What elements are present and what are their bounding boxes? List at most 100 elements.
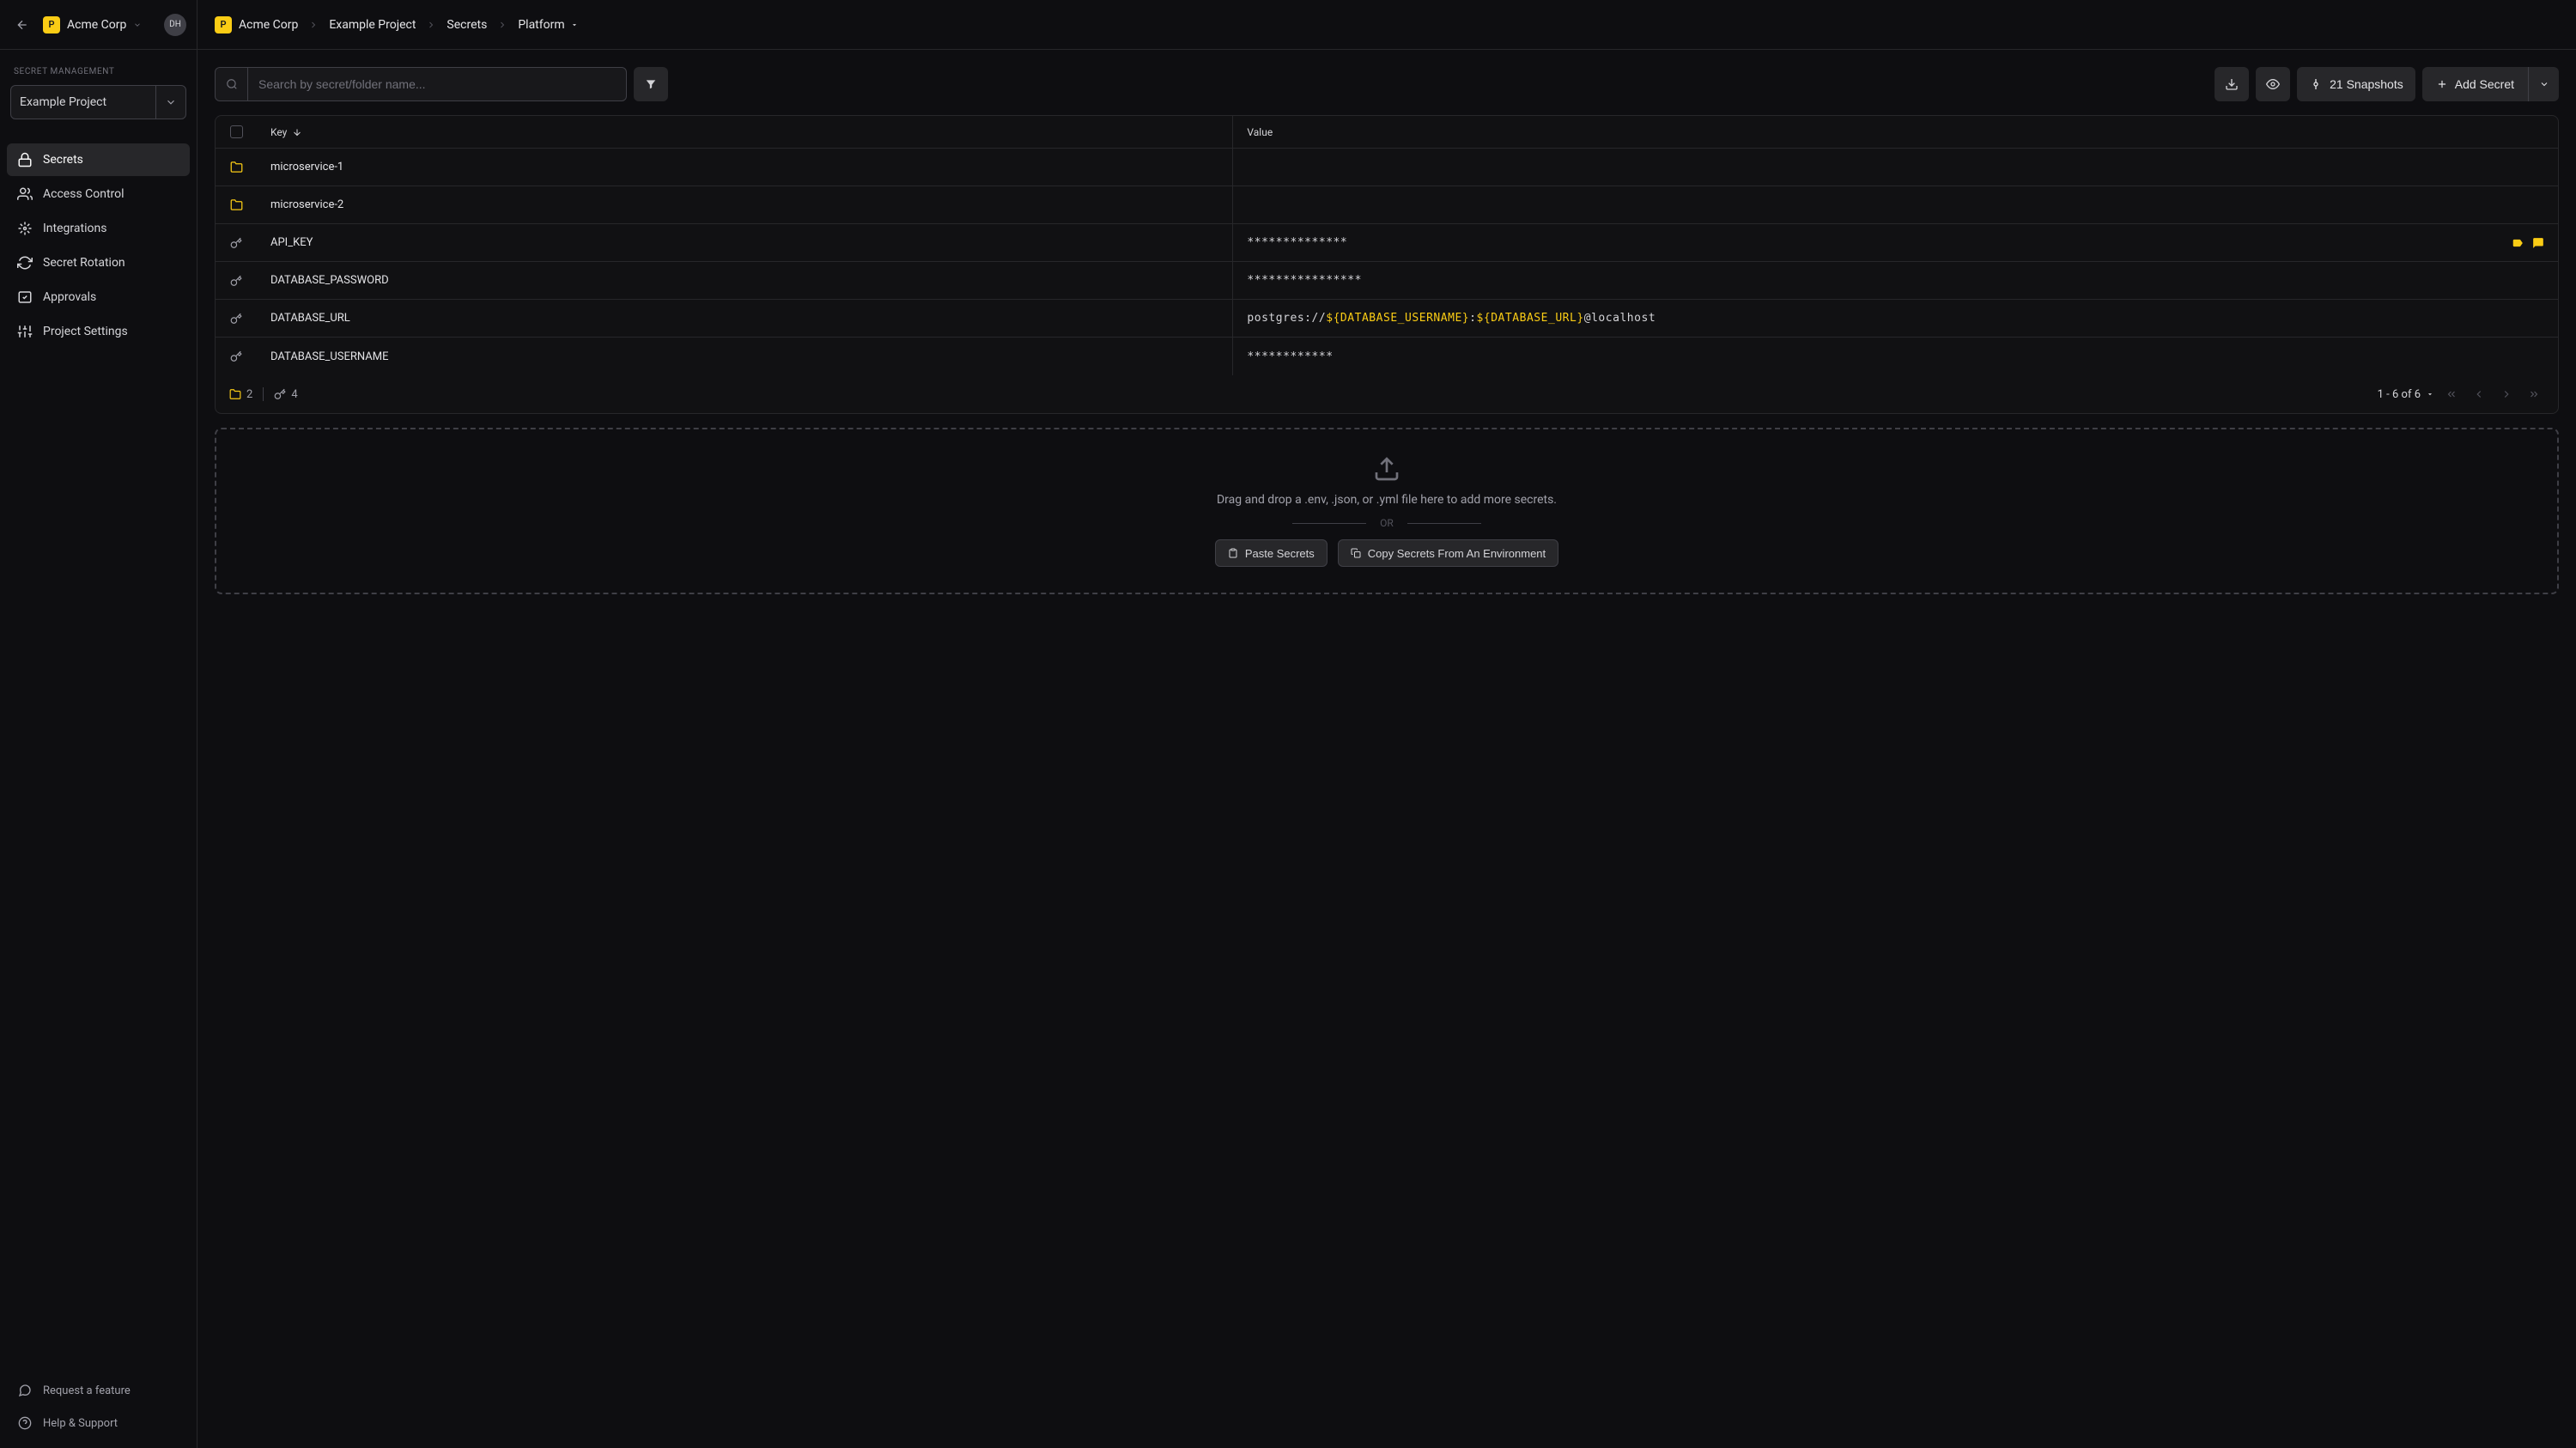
chevron-down-icon [2539,79,2549,89]
column-header-key[interactable]: Key [257,116,1233,148]
breadcrumb-item-project[interactable]: Example Project [329,18,416,32]
table-row[interactable]: API_KEY************** [216,224,2558,262]
copy-icon [1351,548,1361,558]
filter-button[interactable] [634,67,668,101]
caret-down-icon [2426,390,2434,399]
search-input[interactable] [248,77,626,91]
secret-count-stat: 4 [274,388,297,401]
row-value: postgres://${DATABASE_USERNAME}:${DATABA… [1247,312,1656,325]
key-icon [230,313,242,325]
sidebar-item-secrets[interactable]: Secrets [7,143,190,176]
breadcrumb: P Acme Corp Example Project Secrets Plat… [215,16,579,33]
page-prev-button[interactable] [2469,384,2489,405]
nav-item-label: Integrations [43,222,106,235]
folder-count-stat: 2 [229,388,252,401]
question-icon [17,1415,33,1431]
nav-icon [17,221,33,236]
commit-icon [2309,77,2323,91]
caret-down-icon [570,21,579,29]
table-row[interactable]: DATABASE_URL postgres://${DATABASE_USERNA… [216,300,2558,338]
snapshots-button[interactable]: 21 Snapshots [2297,67,2415,101]
nav-icon [17,289,33,305]
chevron-down-icon [165,96,177,108]
folder-icon [230,161,243,173]
table-row[interactable]: DATABASE_USERNAME ************ [216,338,2558,375]
paste-secrets-button[interactable]: Paste Secrets [1215,539,1327,567]
select-all-checkbox[interactable] [230,125,243,138]
sidebar-item-access-control[interactable]: Access Control [7,178,190,210]
org-badge-icon: P [43,16,60,33]
paste-secrets-label: Paste Secrets [1245,547,1315,560]
key-icon [230,237,242,249]
clipboard-icon [1228,548,1238,558]
nav-item-label: Secrets [43,153,83,167]
row-key: DATABASE_URL [270,312,350,325]
row-key: microservice-2 [270,198,343,211]
page-first-button[interactable] [2441,384,2462,405]
nav-item-label: Project Settings [43,325,128,338]
page-next-button[interactable] [2496,384,2517,405]
breadcrumb-item-secrets[interactable]: Secrets [447,18,487,32]
project-selector-label: Example Project [20,95,106,109]
breadcrumb-item-org: Acme Corp [239,18,298,32]
request-feature-label: Request a feature [43,1384,131,1397]
project-selector[interactable]: Example Project [10,85,186,119]
upload-icon [1373,455,1400,483]
chevron-right-icon [308,20,319,30]
row-key: DATABASE_PASSWORD [270,274,389,287]
add-secret-button[interactable]: Add Secret [2422,67,2528,101]
request-feature-link[interactable]: Request a feature [7,1376,190,1405]
breadcrumb-org[interactable]: P Acme Corp [215,16,298,33]
dropzone[interactable]: Drag and drop a .env, .json, or .yml fil… [215,428,2559,594]
comment-icon [2532,237,2544,249]
row-key: microservice-1 [270,161,343,173]
page-last-button[interactable] [2524,384,2544,405]
row-value: ************ [1247,350,1333,363]
copy-secrets-button[interactable]: Copy Secrets From An Environment [1338,539,1558,567]
breadcrumb-item-env: Platform [518,18,564,32]
org-badge-icon: P [215,16,232,33]
column-header-value: Value [1233,126,2503,138]
user-avatar[interactable]: DH [164,14,186,36]
environment-dropdown[interactable]: Platform [518,18,578,32]
nav-icon [17,255,33,271]
column-value-label: Value [1247,126,1273,138]
row-key: DATABASE_USERNAME [270,350,389,363]
help-support-link[interactable]: Help & Support [7,1408,190,1438]
download-icon [2225,77,2239,91]
chevron-right-icon [497,20,507,30]
table-row[interactable]: microservice-1 [216,149,2558,186]
add-secret-dropdown[interactable] [2528,67,2559,101]
nav-item-label: Approvals [43,290,96,304]
back-button[interactable] [10,13,34,37]
row-key: API_KEY [270,236,313,249]
table-row[interactable]: DATABASE_PASSWORD **************** [216,262,2558,300]
column-key-label: Key [270,126,287,138]
secret-count: 4 [291,388,297,401]
nav-item-label: Access Control [43,187,125,201]
table-row[interactable]: microservice-2 [216,186,2558,224]
plus-icon [2436,78,2448,90]
sidebar-item-secret-rotation[interactable]: Secret Rotation [7,246,190,279]
nav-icon [17,324,33,339]
download-button[interactable] [2215,67,2249,101]
tags-icon [2512,237,2524,249]
eye-icon [2266,77,2280,91]
or-divider: OR [1292,517,1481,529]
filter-icon [645,78,657,90]
key-icon [274,388,286,400]
chevron-down-icon [133,21,142,29]
help-support-label: Help & Support [43,1417,118,1430]
pagination-dropdown[interactable]: 1 - 6 of 6 [2378,388,2434,401]
sidebar-item-integrations[interactable]: Integrations [7,212,190,245]
pagination-label: 1 - 6 of 6 [2378,388,2421,401]
visibility-toggle-button[interactable] [2256,67,2290,101]
nav-icon [17,186,33,202]
copy-secrets-label: Copy Secrets From An Environment [1368,547,1546,560]
org-switcher[interactable]: P Acme Corp [43,16,142,33]
row-value: **************** [1247,274,1362,287]
chat-icon [17,1383,33,1398]
org-name: Acme Corp [67,18,126,32]
sidebar-item-project-settings[interactable]: Project Settings [7,315,190,348]
sidebar-item-approvals[interactable]: Approvals [7,281,190,313]
